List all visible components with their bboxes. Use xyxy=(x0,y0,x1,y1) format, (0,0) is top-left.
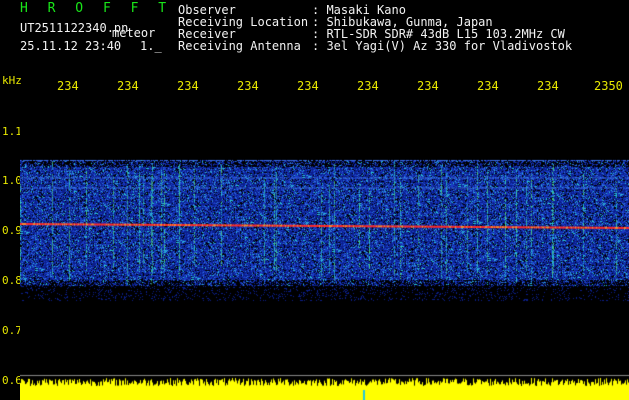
status-flag: 1._ xyxy=(140,39,162,53)
time-tick-6: 234 xyxy=(357,79,379,93)
time-tick-5: 234 xyxy=(297,79,319,93)
time-tick-4: 234 xyxy=(237,79,259,93)
freq-unit-label: kHz xyxy=(2,74,22,87)
freq-tick-0.6: 0.6 xyxy=(2,374,22,387)
app-title: H R O F F T xyxy=(20,1,173,16)
spectrogram-plot xyxy=(20,100,629,400)
time-tick-3: 234 xyxy=(177,79,199,93)
mode-label: meteor xyxy=(112,26,156,40)
antenna-value: : 3el Yagi(V) Az 330 for Vladivostok xyxy=(312,39,573,53)
time-tick-10: 2350 xyxy=(594,79,623,93)
time-tick-9: 234 xyxy=(537,79,559,93)
antenna-label: Receiving Antenna xyxy=(178,39,301,53)
time-tick-7: 234 xyxy=(417,79,439,93)
freq-tick-0.7: 0.7 xyxy=(2,324,22,337)
freq-tick-1.1: 1.1 xyxy=(2,125,22,138)
freq-tick-1.0: 1.0 xyxy=(2,174,22,187)
time-tick-1: 234 xyxy=(57,79,79,93)
time-tick-8: 234 xyxy=(477,79,499,93)
time-tick-2: 234 xyxy=(117,79,139,93)
observation-datetime: 25.11.12 23:40 xyxy=(20,39,122,53)
freq-tick-0.8: 0.8 xyxy=(2,274,22,287)
freq-tick-0.9: 0.9 xyxy=(2,224,22,237)
